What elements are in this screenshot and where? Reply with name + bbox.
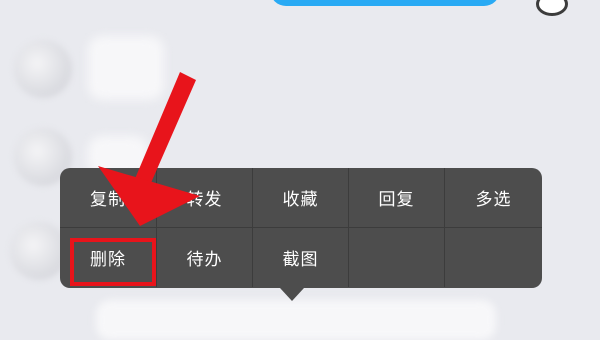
copy-menu-item[interactable]: 复制 — [60, 168, 156, 227]
delete-highlight-box — [70, 238, 156, 286]
message-bubble[interactable] — [88, 36, 164, 100]
sent-message-bubble[interactable] — [270, 0, 500, 6]
favorite-menu-item[interactable]: 收藏 — [252, 168, 348, 227]
empty-menu-cell — [348, 228, 444, 287]
context-menu-pointer — [280, 288, 304, 301]
forward-menu-item[interactable]: 转发 — [156, 168, 252, 227]
screenshot-menu-item[interactable]: 截图 — [252, 228, 348, 287]
message-bubble[interactable] — [96, 300, 496, 340]
context-menu-row: 复制 转发 收藏 回复 多选 — [60, 168, 542, 227]
reply-menu-item[interactable]: 回复 — [348, 168, 444, 227]
todo-menu-item[interactable]: 待办 — [156, 228, 252, 287]
multiselect-menu-item[interactable]: 多选 — [444, 168, 542, 227]
avatar[interactable] — [14, 40, 72, 98]
empty-menu-cell — [444, 228, 542, 287]
